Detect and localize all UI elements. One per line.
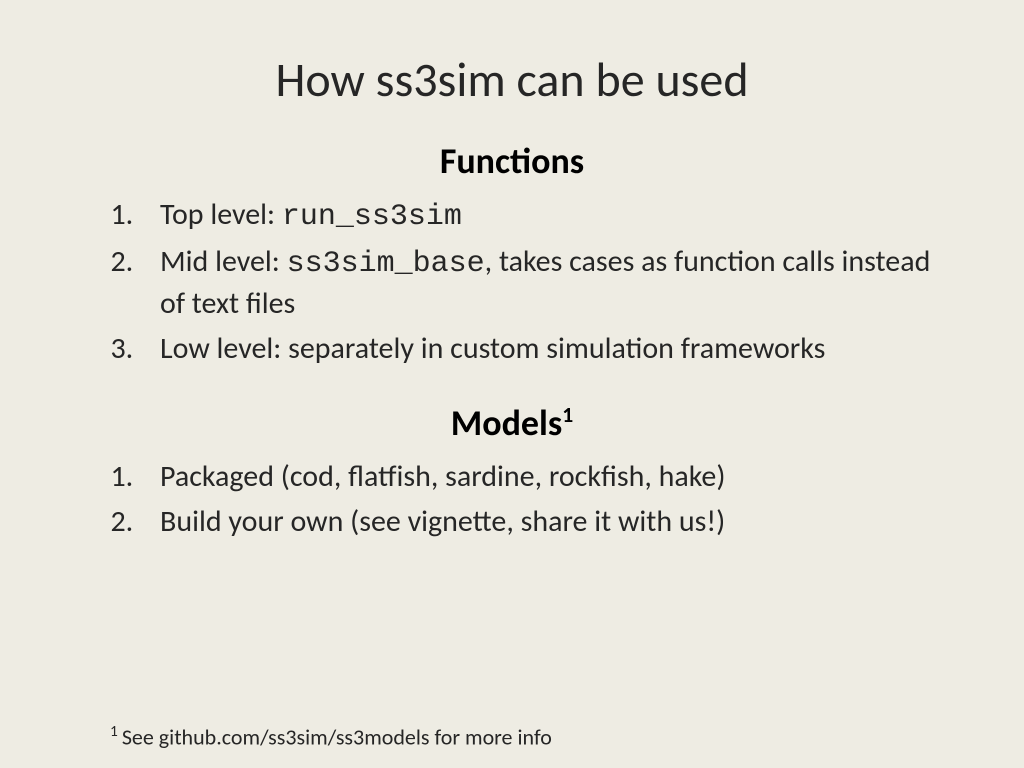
- models-heading: Models1: [80, 401, 944, 445]
- item-prefix: Low level: separately in custom simulati…: [160, 330, 825, 367]
- item-code: run_ss3sim: [282, 200, 462, 234]
- list-item: Mid level: ss3sim_base, takes cases as f…: [140, 242, 944, 325]
- slide: How ss3sim can be used Functions Top lev…: [0, 0, 1024, 542]
- functions-heading: Functions: [80, 139, 944, 183]
- item-code: ss3sim_base: [287, 247, 485, 281]
- list-item: Packaged (cod, flatfish, sardine, rockfi…: [140, 457, 944, 498]
- list-item: Top level: run_ss3sim: [140, 195, 944, 238]
- footnote-superscript: 1: [110, 722, 118, 741]
- heading-superscript: 1: [562, 401, 573, 428]
- heading-text: Models: [451, 401, 562, 445]
- item-prefix: Mid level:: [160, 243, 287, 280]
- list-item: Low level: separately in custom simulati…: [140, 329, 944, 372]
- footnote: 1See github.com/ss3sim/ss3models for mor…: [110, 722, 552, 750]
- list-item: Build your own (see vignette, share it w…: [140, 502, 944, 543]
- models-list: Packaged (cod, flatfish, sardine, rockfi…: [80, 457, 944, 542]
- slide-title: How ss3sim can be used: [80, 50, 944, 109]
- footnote-text: See github.com/ss3sim/ss3models for more…: [122, 723, 552, 750]
- functions-list: Top level: run_ss3sim Mid level: ss3sim_…: [80, 195, 944, 371]
- item-prefix: Top level:: [160, 196, 282, 233]
